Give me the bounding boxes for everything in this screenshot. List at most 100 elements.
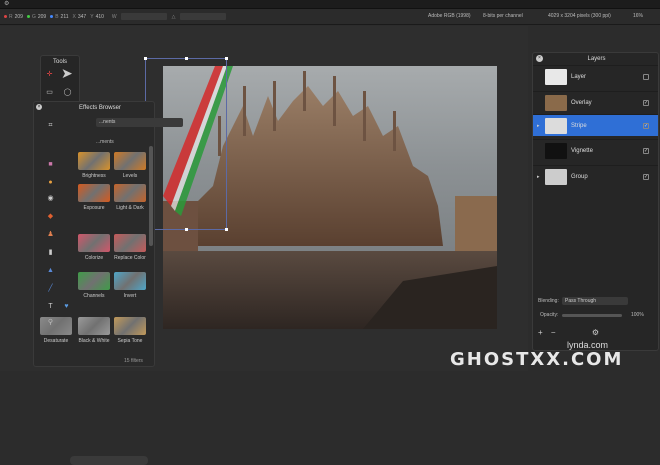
opacity-slider[interactable] [562, 314, 622, 317]
zoom-level[interactable]: 16% [633, 13, 643, 19]
effect-thumb[interactable] [78, 152, 110, 170]
effect-thumb[interactable] [78, 317, 110, 335]
x-readout: X 347 [72, 13, 87, 20]
effect-label: Sepia Tone [117, 338, 143, 344]
bit-depth: 8-bits per channel [483, 13, 523, 19]
crop-icon[interactable]: ⌗ [46, 121, 55, 130]
layer-row[interactable]: Overlay ✓ [533, 91, 658, 113]
effect-label: Exposure [83, 205, 105, 211]
layer-row[interactable]: ▸ Stripe ✓ [533, 114, 658, 136]
shape-icon[interactable]: ■ [46, 160, 55, 169]
blending-select[interactable]: Pass Through [562, 297, 628, 305]
menu-bar: ⚙ [0, 0, 660, 9]
resize-handle[interactable] [144, 57, 147, 60]
effect-label: Replace Color [114, 255, 146, 261]
burn-icon[interactable]: ◆ [46, 212, 55, 221]
subcategory-label: ...ments [96, 139, 114, 145]
remove-layer-icon[interactable]: − [551, 328, 556, 337]
layer-thumbnail [545, 169, 567, 185]
drop-icon[interactable]: ▲ [46, 266, 55, 275]
resize-handle[interactable] [185, 228, 188, 231]
opacity-value: 100% [631, 312, 644, 318]
category-select[interactable]: ...nents [96, 118, 183, 127]
effect-label: Black & White [78, 338, 110, 344]
opacity-label: Opacity: [540, 312, 559, 318]
effects-browser: × Effects Browser ...nents ...ments ⌗ ■ … [33, 101, 183, 465]
effect-thumb[interactable] [78, 184, 110, 202]
resize-handle[interactable] [185, 57, 188, 60]
effect-thumb[interactable] [40, 317, 72, 335]
layer-row[interactable]: Vignette ✓ [533, 139, 658, 161]
effect-label: Light & Dark [116, 205, 144, 211]
type-icon[interactable]: ● [46, 178, 55, 187]
effect-label: Colorize [84, 255, 104, 261]
move-tool-icon[interactable]: ✛ [45, 70, 54, 79]
layer-thumbnail [545, 118, 567, 134]
expand-icon[interactable]: ▸ [537, 174, 540, 180]
expand-icon[interactable]: ▸ [537, 123, 540, 129]
angle-icon: △ [171, 13, 176, 20]
tools-title: Tools [52, 59, 67, 65]
layers-title: Layers [587, 56, 606, 62]
r-readout: R 209 [4, 14, 23, 20]
gear-icon[interactable]: ⚙ [4, 0, 9, 7]
person-icon[interactable]: ♟ [46, 230, 55, 239]
layers-panel: × Layers Layer Overlay ✓ ▸ Stripe ✓ Vignette ✓ ▸… [532, 52, 659, 351]
heart-icon[interactable]: ♥ [62, 302, 71, 311]
effect-label: Invert [123, 293, 137, 299]
layer-thumbnail [545, 95, 567, 111]
effect-thumb[interactable] [114, 184, 146, 202]
effect-thumb[interactable] [114, 272, 146, 290]
effect-label: Levels [122, 173, 138, 179]
layer-row[interactable]: Layer [533, 65, 658, 87]
effect-label: Desaturate [43, 338, 69, 344]
layer-name: Layer [571, 74, 587, 80]
layer-name: Vignette [571, 148, 593, 154]
b-readout: B 211 [50, 14, 69, 20]
blue-dot-icon [50, 15, 54, 18]
y-readout: Y 410 [90, 13, 104, 20]
scrollbar[interactable] [149, 146, 153, 246]
g-readout: G 209 [26, 14, 46, 20]
line-icon[interactable]: ╱ [46, 284, 55, 293]
effect-thumb[interactable] [78, 272, 110, 290]
watermark-text: GHOSTXX.COM [450, 349, 624, 370]
add-layer-icon[interactable]: + [538, 328, 543, 337]
text-icon[interactable]: T [46, 302, 55, 311]
layer-footer: + − ⚙ [538, 328, 599, 337]
effect-thumb[interactable] [114, 234, 146, 252]
selection-bounding-box[interactable] [144, 57, 228, 231]
red-dot-icon [4, 15, 7, 18]
effect-label: Channels [83, 293, 105, 299]
layer-row[interactable]: ▸ Group ✓ [533, 165, 658, 187]
effects-title: Effects Browser [79, 105, 121, 111]
blending-label: Blending: [538, 298, 559, 304]
ellipse-select-icon[interactable]: ◯ [63, 88, 72, 97]
pointer-tool-icon[interactable]: ➤ [61, 66, 73, 80]
layer-thumbnail [545, 69, 567, 85]
visibility-checkbox[interactable]: ✓ [643, 100, 649, 106]
resize-handle[interactable] [225, 57, 228, 60]
visibility-checkbox[interactable]: ✓ [643, 123, 649, 129]
rectangle-select-icon[interactable]: ▭ [45, 88, 54, 97]
green-dot-icon [26, 15, 30, 18]
search-input[interactable] [70, 456, 148, 465]
visibility-checkbox[interactable]: ✓ [643, 174, 649, 180]
effect-thumb[interactable] [114, 317, 146, 335]
effect-label: Brightness [82, 173, 106, 179]
eraser-icon[interactable]: ▮ [46, 248, 55, 257]
visibility-checkbox[interactable] [643, 74, 649, 80]
width-field[interactable] [120, 13, 167, 20]
effect-thumb[interactable] [78, 234, 110, 252]
eye-icon[interactable]: ◉ [46, 194, 55, 203]
info-bar: R 209 G 209 B 211 X 347 Y 410 W △ Adobe … [0, 9, 660, 25]
visibility-checkbox[interactable]: ✓ [643, 148, 649, 154]
image-dimensions: 4029 x 3204 pixels (300 ppi) [548, 13, 611, 19]
effect-thumb[interactable] [114, 152, 146, 170]
settings-icon[interactable]: ⚙ [592, 328, 599, 337]
close-icon[interactable]: × [36, 104, 42, 110]
resize-handle[interactable] [225, 228, 228, 231]
angle-field[interactable] [179, 13, 226, 20]
w-readout: W △ [112, 13, 226, 20]
filter-count: 15 filters [124, 358, 143, 364]
